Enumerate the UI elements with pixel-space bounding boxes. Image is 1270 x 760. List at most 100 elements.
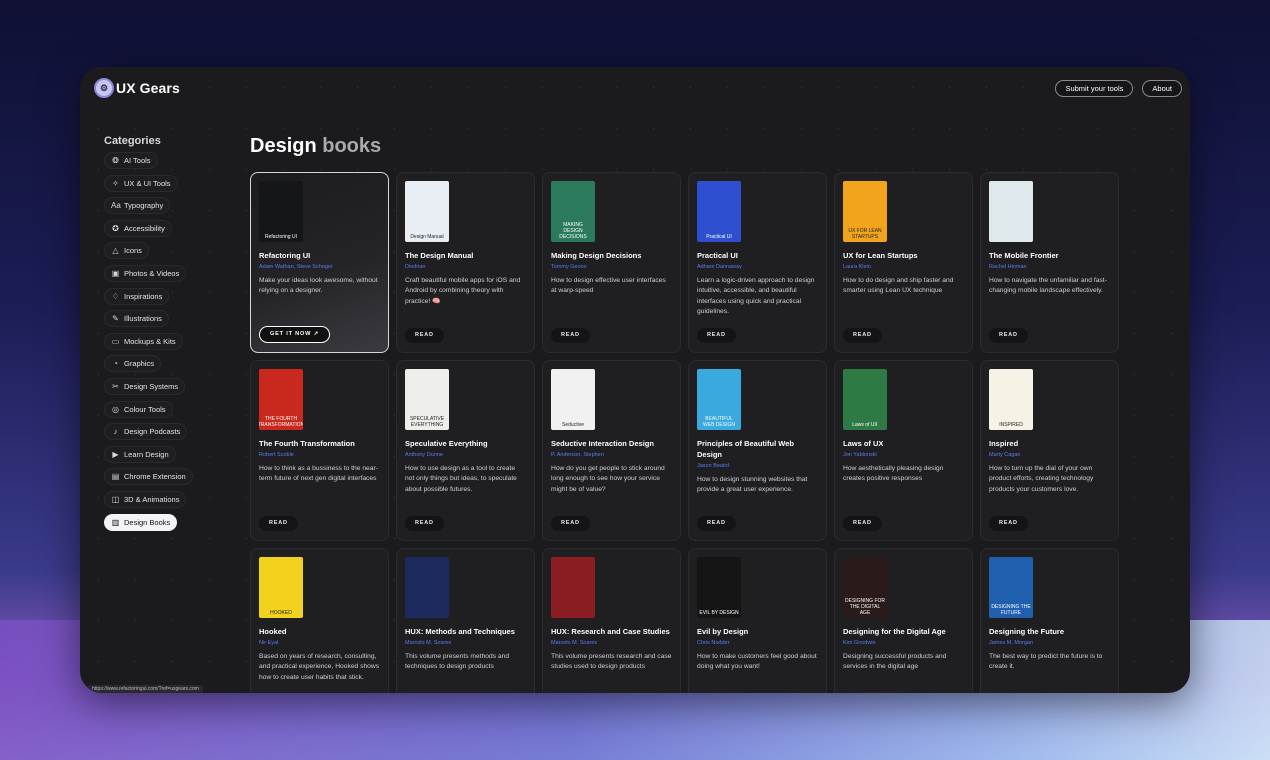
sidebar-item-mockups-kits[interactable]: ▭ Mockups & Kits: [104, 332, 183, 350]
book-author[interactable]: Kim Goodwin: [843, 640, 964, 647]
book-cover[interactable]: BEAUTIFUL WEB DESIGN: [697, 369, 741, 430]
book-author[interactable]: Nir Eyal: [259, 640, 380, 647]
read-button[interactable]: READ: [989, 516, 1028, 531]
book-author[interactable]: Adam Wathan, Steve Schoger: [259, 264, 380, 271]
book-card[interactable]: HUX: Methods and Techniques Marcelo M. So…: [396, 548, 535, 693]
sidebar-item-design-books[interactable]: ▥ Design Books: [104, 513, 178, 531]
book-title[interactable]: Inspired: [989, 438, 1110, 449]
book-author[interactable]: Marcelo M. Soares: [405, 640, 526, 647]
book-title[interactable]: Making Design Decisions: [551, 250, 672, 261]
submit-tools-button[interactable]: Submit your tools: [1055, 80, 1134, 97]
book-title[interactable]: Evil by Design: [697, 626, 818, 637]
book-card[interactable]: DESIGNING THE FUTURE Designing the Future…: [980, 548, 1119, 693]
book-cover[interactable]: Design Manual: [405, 181, 449, 242]
book-cover[interactable]: [405, 557, 449, 618]
book-author[interactable]: Chris Nodder: [697, 640, 818, 647]
book-title[interactable]: Seductive Interaction Design: [551, 438, 672, 449]
book-card[interactable]: Seductive Seductive Interaction Design P. …: [542, 360, 681, 541]
sidebar-item-photos-videos[interactable]: ▣ Photos & Videos: [104, 264, 187, 282]
book-card[interactable]: BEAUTIFUL WEB DESIGN Principles of Beauti…: [688, 360, 827, 541]
book-cover[interactable]: MAKING DESIGN DECISIONS: [551, 181, 595, 242]
about-button[interactable]: About: [1142, 80, 1182, 97]
sidebar-item-ai-tools[interactable]: ❂ AI Tools: [104, 152, 158, 169]
read-button[interactable]: READ: [843, 328, 882, 343]
book-title[interactable]: Speculative Everything: [405, 438, 526, 449]
book-title[interactable]: The Design Manual: [405, 250, 526, 261]
sidebar-item-learn-design[interactable]: ▶ Learn Design: [104, 445, 176, 463]
book-title[interactable]: Refactoring UI: [259, 250, 380, 261]
sidebar-item-3d-animations[interactable]: ◫ 3D & Animations: [104, 490, 187, 508]
book-cover[interactable]: UX FOR LEAN STARTUPS: [843, 181, 887, 242]
book-title[interactable]: Designing the Future: [989, 626, 1110, 637]
sidebar-item-illustrations[interactable]: ✎ Illustrations: [104, 310, 169, 328]
book-card[interactable]: UX FOR LEAN STARTUPS UX for Lean Startups…: [834, 172, 973, 353]
book-author[interactable]: James M. Morgan: [989, 640, 1110, 647]
book-card[interactable]: EVIL BY DESIGN Evil by Design Chris Nodder…: [688, 548, 827, 693]
book-title[interactable]: HUX: Research and Case Studies: [551, 626, 672, 637]
read-button[interactable]: READ: [551, 328, 590, 343]
book-author[interactable]: Diedrian: [405, 264, 526, 271]
sidebar-item-design-podcasts[interactable]: ♪ Design Podcasts: [104, 423, 188, 441]
read-button[interactable]: READ: [697, 328, 736, 343]
read-button[interactable]: READ: [259, 516, 298, 531]
book-author[interactable]: Tommy Geoco: [551, 264, 672, 271]
book-cover[interactable]: THE FOURTH TRANSFORMATION: [259, 369, 303, 430]
book-cover[interactable]: [989, 181, 1033, 242]
book-author[interactable]: Laura Klein: [843, 264, 964, 271]
book-title[interactable]: Principles of Beautiful Web Design: [697, 438, 818, 460]
book-author[interactable]: Rachel Hinman: [989, 264, 1110, 271]
book-title[interactable]: The Mobile Frontier: [989, 250, 1110, 261]
book-cover[interactable]: [551, 557, 595, 618]
logo[interactable]: ⚙ UX Gears: [94, 78, 180, 98]
read-button[interactable]: READ: [405, 516, 444, 531]
book-author[interactable]: Jason Beaird: [697, 463, 818, 470]
book-title[interactable]: Laws of UX: [843, 438, 964, 449]
book-author[interactable]: P. Anderson, Stephen: [551, 452, 672, 459]
book-card[interactable]: HOOKED Hooked Nir Eyal Based on years of re…: [250, 548, 389, 693]
book-cover[interactable]: HOOKED: [259, 557, 303, 618]
sidebar-item-ux-ui-tools[interactable]: ✧ UX & UI Tools: [104, 174, 178, 192]
book-author[interactable]: Jon Yablonski: [843, 452, 964, 459]
book-cover[interactable]: INSPIRED: [989, 369, 1033, 430]
book-author[interactable]: Anthony Dunne: [405, 452, 526, 459]
book-card[interactable]: Practical UI Practical UI Adham Dannaway Le…: [688, 172, 827, 353]
book-author[interactable]: Adham Dannaway: [697, 264, 818, 271]
book-cover[interactable]: Seductive: [551, 369, 595, 430]
book-title[interactable]: The Fourth Transformation: [259, 438, 380, 449]
book-title[interactable]: Practical UI: [697, 250, 818, 261]
sidebar-item-inspirations[interactable]: ♢ Inspirations: [104, 287, 170, 305]
read-button[interactable]: READ: [697, 516, 736, 531]
book-title[interactable]: Designing for the Digital Age: [843, 626, 964, 637]
book-card[interactable]: Refactoring UI Refactoring UI Adam Wathan,…: [250, 172, 389, 353]
sidebar-item-design-systems[interactable]: ✂ Design Systems: [104, 377, 186, 395]
book-cover[interactable]: EVIL BY DESIGN: [697, 557, 741, 618]
sidebar-item-accessibility[interactable]: ✪ Accessibility: [104, 219, 172, 237]
book-title[interactable]: UX for Lean Startups: [843, 250, 964, 261]
book-author[interactable]: Marcelo M. Soares: [551, 640, 672, 647]
book-cover[interactable]: DESIGNING FOR THE DIGITAL AGE: [843, 557, 887, 618]
book-cover[interactable]: SPECULATIVE EVERYTHING: [405, 369, 449, 430]
book-card[interactable]: MAKING DESIGN DECISIONS Making Design Dec…: [542, 172, 681, 353]
book-card[interactable]: Design Manual The Design Manual Diedrian Cr…: [396, 172, 535, 353]
book-card[interactable]: SPECULATIVE EVERYTHING Speculative Everyt…: [396, 360, 535, 541]
book-title[interactable]: Hooked: [259, 626, 380, 637]
read-button[interactable]: READ: [989, 328, 1028, 343]
book-cover[interactable]: Refactoring UI: [259, 181, 303, 242]
book-card[interactable]: HUX: Research and Case Studies Marcelo M.…: [542, 548, 681, 693]
read-button[interactable]: READ: [551, 516, 590, 531]
book-title[interactable]: HUX: Methods and Techniques: [405, 626, 526, 637]
book-card[interactable]: The Mobile Frontier Rachel Hinman How to n…: [980, 172, 1119, 353]
book-author[interactable]: Robert Scoble: [259, 452, 380, 459]
sidebar-item-chrome-extension[interactable]: ▤ Chrome Extension: [104, 468, 193, 486]
sidebar-item-graphics[interactable]: ◔ Graphics: [104, 355, 162, 373]
get-it-now-button[interactable]: GET IT NOW ↗: [259, 326, 331, 343]
sidebar-item-typography[interactable]: Aa Typography: [104, 197, 171, 215]
book-cover[interactable]: Laws of UX: [843, 369, 887, 430]
book-card[interactable]: THE FOURTH TRANSFORMATION The Fourth Tran…: [250, 360, 389, 541]
sidebar-item-icons[interactable]: △ Icons: [104, 242, 149, 260]
read-button[interactable]: READ: [843, 516, 882, 531]
sidebar-item-colour-tools[interactable]: ◎ Colour Tools: [104, 400, 173, 418]
book-card[interactable]: Laws of UX Laws of UX Jon Yablonski How aes…: [834, 360, 973, 541]
book-card[interactable]: INSPIRED Inspired Marty Cagan How to turn u…: [980, 360, 1119, 541]
book-author[interactable]: Marty Cagan: [989, 452, 1110, 459]
